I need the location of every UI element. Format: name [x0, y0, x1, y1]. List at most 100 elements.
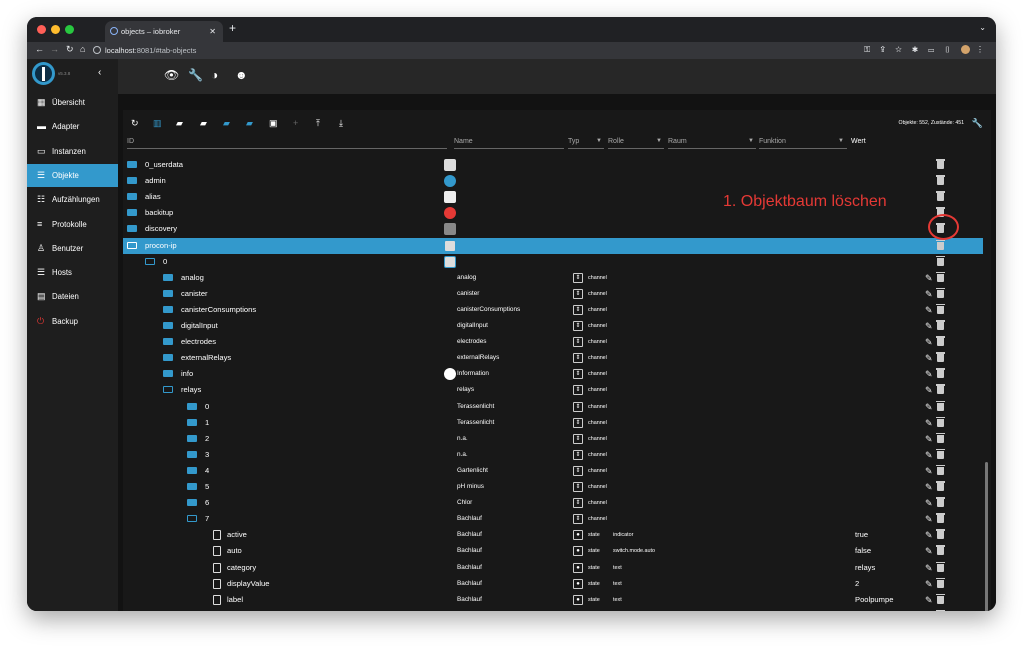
delete-icon[interactable]	[936, 481, 945, 491]
table-row[interactable]: 5 pH minus ⇕ channel ✎	[123, 479, 983, 495]
table-row[interactable]: onOffBachlauf●stateswitchfalse✎	[123, 608, 983, 611]
expert-mode-icon[interactable]: ☻	[235, 68, 248, 82]
table-row[interactable]: category Bachlauf ● state text relays ✎	[123, 560, 983, 576]
delete-icon[interactable]	[936, 336, 945, 347]
level-icon[interactable]: ▣	[269, 118, 278, 129]
function-dropdown-icon[interactable]: ▼	[838, 138, 844, 144]
expand-all-icon[interactable]: ▰	[223, 118, 230, 129]
edit-icon[interactable]: ✎	[925, 592, 933, 608]
row-value[interactable]: false	[855, 608, 871, 612]
new-tab-button[interactable]: +	[229, 21, 236, 35]
maximize-window-button[interactable]	[65, 25, 74, 34]
delete-icon[interactable]	[936, 175, 945, 186]
folder-icon[interactable]	[163, 305, 173, 313]
edit-icon[interactable]: ✎	[925, 608, 933, 612]
table-row[interactable]: active Bachlauf ● state indicator true ✎	[123, 527, 983, 543]
profile-avatar[interactable]	[960, 45, 970, 55]
sidebar-item-aufzählungen[interactable]: ☷ Aufzählungen	[27, 188, 118, 211]
delete-icon[interactable]	[936, 593, 945, 604]
edit-icon[interactable]: ✎	[925, 286, 933, 302]
sidebar-item-objekte[interactable]: ☰ Objekte	[27, 163, 118, 187]
upload-icon[interactable]: ⤒	[316, 118, 320, 129]
edit-icon[interactable]: ✎	[925, 560, 933, 576]
delete-icon[interactable]	[936, 529, 945, 540]
delete-icon[interactable]	[936, 432, 945, 443]
table-row[interactable]: 0 Terassenlicht ⇕ channel ✎	[123, 399, 983, 415]
table-row[interactable]: displayValue Bachlauf ● state text 2 ✎	[123, 576, 983, 592]
add-icon[interactable]: +	[293, 118, 298, 128]
delete-icon[interactable]	[936, 239, 945, 250]
col-id[interactable]: ID	[127, 138, 134, 145]
folder-icon[interactable]	[187, 434, 197, 442]
sidebar-item-übersicht[interactable]: ▦ Übersicht	[27, 91, 118, 114]
brightness-icon[interactable]: ◑	[211, 68, 218, 82]
home-icon[interactable]: ⌂	[80, 44, 85, 54]
delete-icon[interactable]	[936, 159, 945, 169]
delete-icon[interactable]	[936, 497, 945, 508]
reload-icon[interactable]: ↻	[66, 44, 74, 55]
collapse-all-icon[interactable]: ▰	[246, 118, 253, 129]
forward-icon[interactable]: →	[50, 44, 59, 54]
sidebar-item-hosts[interactable]: ☰ Hosts	[27, 261, 118, 284]
table-row[interactable]: 7 Bachlauf ⇕ channel ✎	[123, 511, 983, 527]
columns-icon[interactable]: ▥	[153, 118, 162, 129]
row-value[interactable]: false	[855, 543, 871, 559]
site-info-icon[interactable]	[93, 46, 101, 54]
close-tab-icon[interactable]: ✕	[209, 21, 216, 42]
edit-icon[interactable]: ✎	[925, 479, 933, 495]
tab-search-icon[interactable]: ⌄	[979, 23, 986, 32]
folder-icon[interactable]	[187, 402, 197, 410]
table-row[interactable]: canisterConsumptions canisterConsumptions…	[123, 302, 983, 318]
delete-icon[interactable]	[936, 191, 945, 202]
edit-icon[interactable]: ✎	[925, 527, 933, 543]
folder-icon[interactable]	[187, 466, 197, 474]
table-row[interactable]: admin	[123, 173, 983, 189]
delete-icon[interactable]	[936, 368, 945, 379]
folder-open-icon[interactable]	[163, 386, 173, 394]
sidebar-item-backup[interactable]: ⏻ Backup	[27, 310, 118, 333]
edit-icon[interactable]: ✎	[925, 431, 933, 447]
url-field[interactable]: localhost:8081/#tab-objects	[93, 44, 893, 57]
table-row[interactable]: canister canister ⇕ channel ✎	[123, 286, 983, 302]
sidebar-item-benutzer[interactable]: ♙ Benutzer	[27, 237, 118, 260]
delete-icon[interactable]	[936, 255, 945, 266]
sidebar-item-instanzen[interactable]: ▭ Instanzen	[27, 140, 118, 163]
sidebar-item-protokolle[interactable]: ≡ Protokolle	[27, 213, 118, 236]
download-icon[interactable]: ⤓	[339, 118, 343, 129]
folder-icon[interactable]	[163, 354, 173, 362]
table-row[interactable]: relays relays ⇕ channel ✎	[123, 382, 983, 398]
folder-open-icon[interactable]: ▰	[176, 118, 183, 129]
edit-icon[interactable]: ✎	[925, 543, 933, 559]
table-row[interactable]: info Information ⇕ channel ✎	[123, 366, 983, 382]
sidebar-item-adapter[interactable]: ▬ Adapter	[27, 115, 118, 138]
folder-open-icon[interactable]	[187, 515, 197, 523]
refresh-icon[interactable]: ↻	[131, 118, 139, 129]
col-name[interactable]: Name	[454, 138, 473, 145]
type-dropdown-icon[interactable]: ▼	[596, 138, 602, 144]
col-room[interactable]: Raum	[668, 138, 687, 145]
table-row[interactable]: label Bachlauf ● state text Poolpumpe ✎	[123, 592, 983, 608]
folder-icon[interactable]	[127, 161, 137, 168]
edit-icon[interactable]: ✎	[925, 399, 933, 415]
close-window-button[interactable]	[37, 25, 46, 34]
room-dropdown-icon[interactable]: ▼	[748, 138, 754, 144]
delete-icon[interactable]	[936, 287, 945, 298]
col-role[interactable]: Rolle	[608, 138, 624, 145]
table-row[interactable]: auto Bachlauf ● state switch.mode.auto false ✎	[123, 543, 983, 559]
folder-open-icon[interactable]	[145, 257, 155, 265]
delete-icon[interactable]	[936, 448, 945, 459]
eye-icon[interactable]: 👁	[164, 68, 179, 82]
table-row[interactable]: 4 Gartenlicht ⇕ channel ✎	[123, 463, 983, 479]
folder-icon[interactable]	[163, 289, 173, 297]
delete-icon[interactable]	[936, 561, 945, 572]
delete-icon[interactable]	[936, 545, 945, 556]
folder-icon[interactable]	[187, 483, 197, 490]
folder-icon[interactable]	[163, 370, 173, 378]
folder-icon[interactable]	[187, 450, 197, 458]
edit-icon[interactable]: ✎	[925, 366, 933, 382]
back-icon[interactable]: ←	[35, 44, 44, 54]
delete-icon[interactable]	[936, 400, 945, 411]
edit-icon[interactable]: ✎	[925, 576, 933, 592]
edit-icon[interactable]: ✎	[925, 302, 933, 318]
delete-icon[interactable]	[936, 352, 945, 363]
